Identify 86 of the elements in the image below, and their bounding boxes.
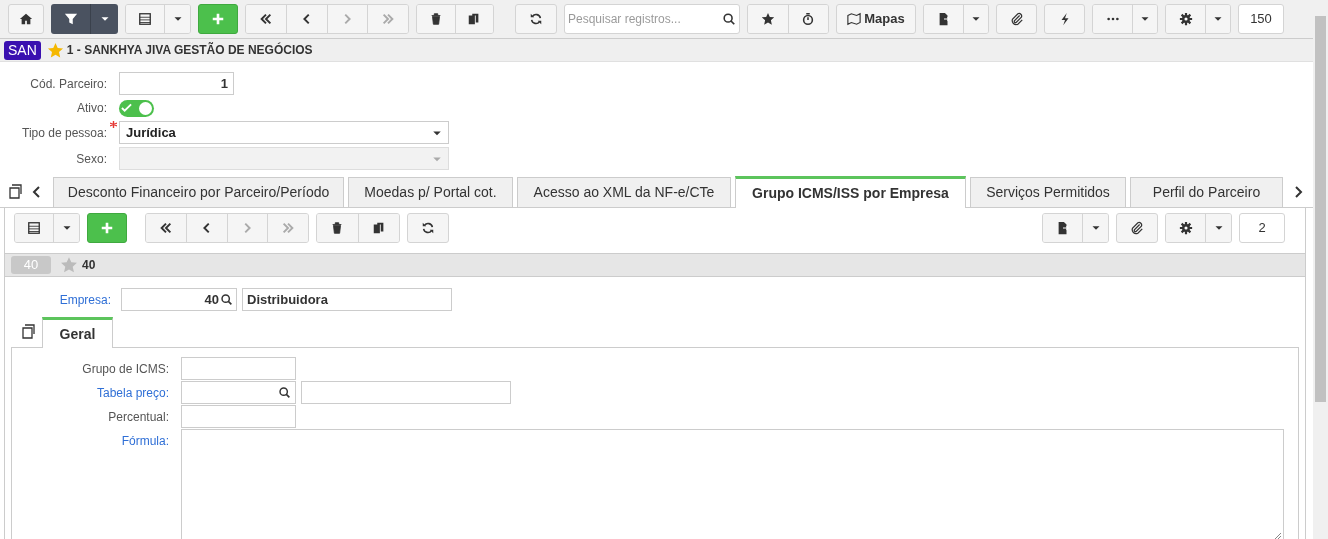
search-icon [278,386,291,399]
home-icon [19,12,33,26]
field-label: Grupo de ICMS: [82,360,169,378]
refresh-button[interactable] [515,4,557,34]
stopwatch-icon [801,12,816,26]
tab[interactable]: Acesso ao XML da NF-e/CTe [517,177,731,207]
field-label: Ativo: [77,100,107,117]
favorites-button[interactable] [748,5,789,33]
text-input[interactable] [181,357,296,380]
dropdown-field[interactable]: Jurídica [119,121,449,144]
refresh-icon [421,221,435,235]
add-button[interactable] [198,4,238,34]
field-label[interactable]: Fórmula: [121,431,169,450]
tab[interactable]: Grupo ICMS/ISS por Empresa [735,176,966,208]
copy-icon[interactable] [8,183,24,200]
resize-grip-icon[interactable] [1274,532,1282,539]
paperclip-icon [1130,221,1144,235]
field-label[interactable]: Empresa: [59,290,111,309]
plus-icon [100,221,114,235]
grid-icon [138,12,153,26]
search-icon [722,12,736,26]
double-chevron-right-icon [281,221,296,235]
lookup-input[interactable] [181,381,296,404]
settings-icon [1178,12,1193,26]
record-title: 40 [82,257,96,274]
copy-icon[interactable] [21,324,37,340]
tab[interactable]: Desconto Financeiro por Parceiro/Período [53,177,344,207]
first-record-button[interactable] [246,5,287,33]
record-count: 150 [1238,4,1284,34]
attachment-button[interactable] [996,4,1037,34]
tab[interactable]: Moedas p/ Portal cot. [348,177,513,207]
filter-icon [63,12,78,26]
field-label: Tipo de pessoa: [22,124,107,142]
double-chevron-left-icon [258,12,273,26]
header-title: 1 - SANKHYA JIVA GESTÃO DE NEGÓCIOS [66,41,313,59]
double-chevron-right-icon [381,12,396,26]
field-label: Cód. Parceiro: [30,75,107,93]
text-input[interactable] [301,381,511,404]
settings-button[interactable] [1166,214,1207,242]
settings-icon [1178,221,1193,235]
field-label: Sexo: [76,150,107,168]
refresh-icon [529,12,543,26]
star-icon[interactable] [60,256,78,274]
export-button[interactable] [1043,214,1084,242]
add-button[interactable] [87,213,127,243]
refresh-button[interactable] [407,213,449,243]
settings-button[interactable] [1166,5,1207,33]
search-icon [220,293,233,306]
star-icon[interactable] [46,41,64,59]
grid-icon [27,221,42,235]
copy-icon [371,221,386,235]
tab[interactable]: Geral [42,317,113,348]
grid-view-button[interactable] [15,214,55,242]
textarea-field[interactable] [181,429,1284,539]
grid-view-button[interactable] [126,5,166,33]
text-input[interactable] [181,405,296,428]
text-input[interactable]: Distribuidora [242,288,452,311]
chevron-right-icon[interactable] [1293,185,1303,198]
attachment-button[interactable] [1116,213,1158,243]
double-chevron-left-icon [158,221,173,235]
delete-button[interactable] [317,214,359,242]
actions-button[interactable] [1044,4,1085,34]
delete-button[interactable] [417,5,456,33]
maps-button[interactable]: Mapas [836,4,916,34]
field-label[interactable]: Tabela preço: [96,383,169,402]
paperclip-icon [1009,12,1024,26]
check-icon [121,103,132,113]
map-icon [847,12,862,26]
field-label: Percentual: [108,408,169,426]
code-input[interactable]: 1 [119,72,234,95]
tab[interactable]: Serviços Permitidos [970,177,1126,207]
company-badge: SAN [4,40,41,60]
search-field[interactable]: Pesquisar registros... [564,4,740,34]
record-count: 2 [1239,213,1285,243]
filter-button[interactable] [51,4,91,34]
scrollbar[interactable] [1313,0,1328,539]
plus-icon [211,12,225,26]
export-button[interactable] [924,5,965,33]
first-record-button[interactable] [146,214,187,242]
tab[interactable]: Perfil do Parceiro [1130,177,1283,207]
filter-dropdown-button[interactable] [91,4,118,34]
home-button[interactable] [8,4,44,34]
code-input[interactable]: 40 [121,288,237,311]
toggle-switch[interactable] [119,99,154,117]
star-icon [760,12,775,26]
chevron-left-icon[interactable] [32,185,42,198]
